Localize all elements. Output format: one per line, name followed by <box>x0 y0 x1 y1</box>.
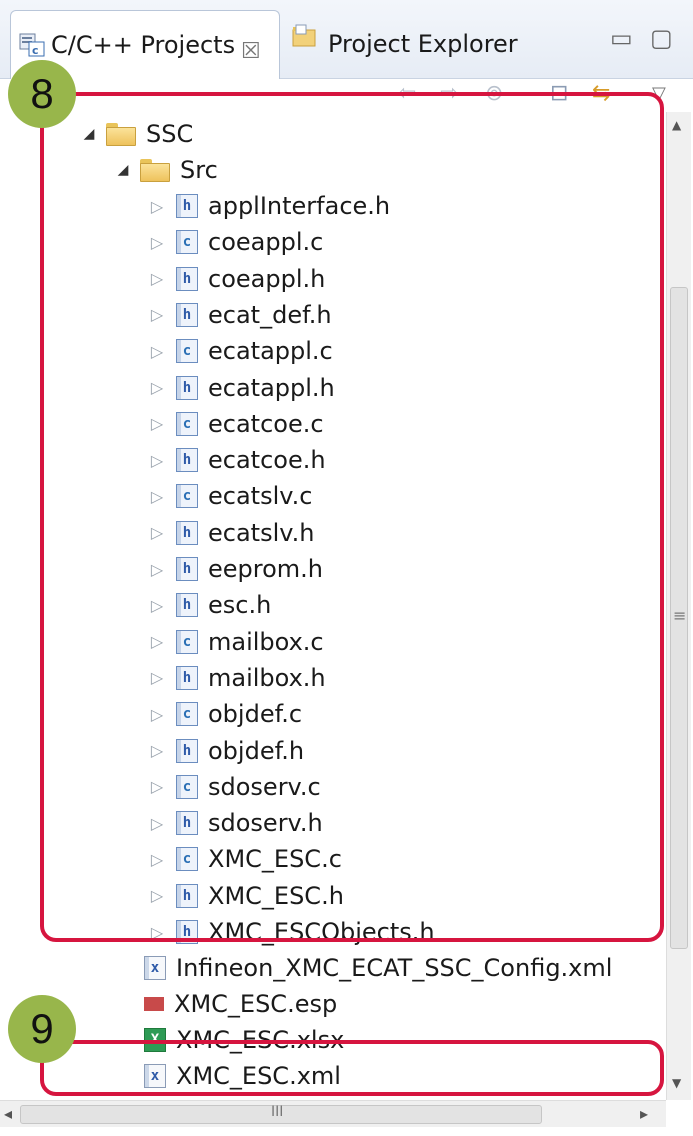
scroll-down-icon[interactable]: ▼ <box>672 1076 681 1090</box>
callout-badge-8: 8 <box>8 60 76 128</box>
file-label: XMC_ESC.esp <box>174 990 338 1018</box>
scroll-right-icon[interactable]: ▸ <box>640 1104 648 1123</box>
project-explorer-icon <box>292 24 316 47</box>
xml-file-icon: x <box>144 956 166 980</box>
view-tab-bar: c C/C++ Projects ☒ Project Explorer ▭ ▢ <box>0 0 693 79</box>
callout-box-8 <box>40 92 664 942</box>
close-tab-icon[interactable]: ☒ <box>241 39 261 64</box>
vertical-scroll-thumb[interactable]: ≡ <box>670 287 688 949</box>
callout-badge-9: 9 <box>8 995 76 1063</box>
esp-file-icon <box>144 997 164 1011</box>
tab-cpp-projects-label: C/C++ Projects <box>51 31 236 59</box>
grip-icon: III <box>271 1104 284 1120</box>
cpp-projects-icon: c <box>19 33 45 57</box>
tree-file[interactable]: x Infineon_XMC_ECAT_SSC_Config.xml <box>136 950 612 986</box>
grip-icon: ≡ <box>673 606 687 625</box>
minimize-icon[interactable]: ▭ <box>610 24 633 52</box>
horizontal-scroll-thumb[interactable]: III <box>20 1104 542 1124</box>
scroll-up-icon[interactable]: ▲ <box>672 118 681 132</box>
tree-file[interactable]: XMC_ESC.esp <box>136 986 337 1022</box>
scroll-left-icon[interactable]: ◂ <box>4 1104 12 1123</box>
svg-text:c: c <box>32 44 39 57</box>
vertical-scrollbar[interactable]: ▲ ≡ ▼ <box>666 112 691 1100</box>
tab-project-explorer-label: Project Explorer <box>328 30 518 58</box>
maximize-icon[interactable]: ▢ <box>650 24 673 52</box>
tab-project-explorer[interactable]: Project Explorer <box>290 18 530 70</box>
callout-box-9 <box>40 1040 664 1096</box>
horizontal-scrollbar[interactable]: ◂ III ▸ <box>0 1100 666 1127</box>
file-label: Infineon_XMC_ECAT_SSC_Config.xml <box>176 954 613 982</box>
